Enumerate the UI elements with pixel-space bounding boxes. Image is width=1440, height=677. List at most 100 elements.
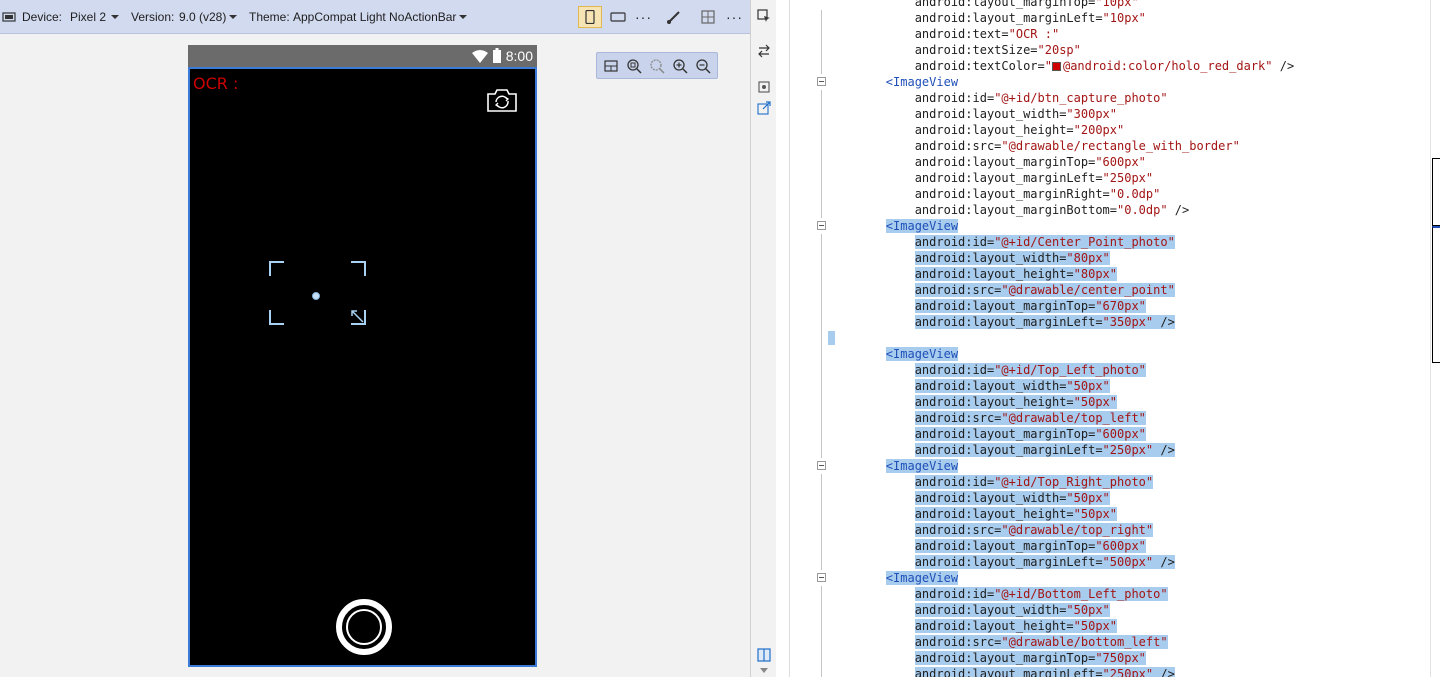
code-token: "80px" — [1066, 251, 1110, 265]
layout-icon[interactable] — [699, 8, 717, 26]
camera-switch-icon[interactable] — [486, 87, 518, 113]
top-right-corner-icon[interactable] — [350, 261, 366, 277]
code-line[interactable]: android:layout_marginTop="670px" — [790, 298, 1430, 314]
zoom-actual-icon[interactable] — [648, 57, 666, 75]
code-line[interactable]: android:layout_marginRight="0.0dp" — [790, 186, 1430, 202]
bottom-left-corner-icon[interactable] — [269, 309, 285, 325]
zoom-fit-icon[interactable] — [625, 57, 643, 75]
code-line[interactable]: android:layout_width="50px" — [790, 378, 1430, 394]
code-token: "@drawable/center_point" — [1001, 283, 1175, 297]
bottom-right-resize-icon[interactable] — [350, 309, 366, 325]
code-line[interactable]: android:layout_width="80px" — [790, 250, 1430, 266]
code-content: android:src="@drawable/top_left" — [914, 411, 1146, 425]
fold-guide — [821, 122, 822, 138]
code-text: android:layout_height="200px" — [828, 122, 1125, 138]
code-line[interactable]: android:layout_marginLeft="250px" /> — [790, 442, 1430, 458]
code-text: android:id="@+id/btn_capture_photo" — [828, 90, 1168, 106]
code-line[interactable]: android:layout_marginLeft="500px" /> — [790, 554, 1430, 570]
code-line[interactable]: android:layout_width="50px" — [790, 490, 1430, 506]
fold-toggle-icon[interactable] — [817, 77, 826, 86]
more-icon[interactable]: ··· — [726, 0, 743, 34]
code-token: android:src= — [914, 411, 1002, 425]
code-line[interactable]: android:textColor=" @android:color/holo_r… — [790, 58, 1430, 74]
code-token: android:text= — [914, 27, 1009, 41]
code-line[interactable]: android:layout_width="50px" — [790, 602, 1430, 618]
code-line[interactable]: android:layout_marginBottom="0.0dp" /> — [790, 202, 1430, 218]
code-line[interactable]: android:layout_marginTop="600px" — [790, 538, 1430, 554]
chevron-down-icon[interactable] — [111, 15, 119, 19]
zoom-in-icon[interactable] — [671, 57, 689, 75]
code-line[interactable]: android:layout_marginLeft="350px" /> — [790, 314, 1430, 330]
fold-toggle-icon[interactable] — [817, 461, 826, 470]
zoom-out-icon[interactable] — [694, 57, 712, 75]
color-swatch-icon[interactable] — [1051, 62, 1061, 71]
code-line[interactable]: android:id="@+id/Top_Right_photo" — [790, 474, 1430, 490]
code-line[interactable]: android:layout_marginTop="600px" — [790, 154, 1430, 170]
code-content: android:textSize="20sp" — [915, 43, 1081, 57]
code-line[interactable]: android:layout_marginLeft="250px" — [790, 170, 1430, 186]
center-point-icon[interactable] — [312, 292, 320, 300]
landscape-orientation-icon[interactable] — [609, 8, 627, 26]
code-line[interactable]: android:src="@drawable/bottom_left" — [790, 634, 1430, 650]
code-line[interactable]: <ImageView — [790, 218, 1430, 234]
version-dropdown[interactable]: 9.0 (v28) — [179, 0, 226, 34]
code-line[interactable]: android:layout_height="50px" — [790, 506, 1430, 522]
code-line[interactable]: android:layout_height="200px" — [790, 122, 1430, 138]
design-surface-icon[interactable] — [2, 10, 16, 24]
code-line[interactable]: android:id="@+id/Center_Point_photo" — [790, 234, 1430, 250]
fold-toggle-icon[interactable] — [817, 221, 826, 230]
code-line[interactable]: android:layout_marginTop="10px" — [790, 0, 1430, 10]
code-line[interactable]: <ImageView — [790, 74, 1430, 90]
fold-toggle-icon[interactable] — [817, 573, 826, 582]
split-view-icon[interactable] — [757, 648, 771, 662]
device-dropdown[interactable]: Pixel 2 — [70, 0, 106, 34]
code-line[interactable]: <ImageView — [790, 458, 1430, 474]
code-line[interactable]: android:id="@+id/Bottom_Left_photo" — [790, 586, 1430, 602]
code-line[interactable]: android:layout_marginTop="600px" — [790, 426, 1430, 442]
code-line[interactable]: android:layout_height="50px" — [790, 618, 1430, 634]
code-line[interactable]: android:layout_marginLeft="10px" — [790, 10, 1430, 26]
splitter[interactable] — [776, 0, 790, 677]
code-content: android:layout_marginLeft="250px" — [915, 171, 1153, 185]
code-line[interactable]: android:id="@+id/btn_capture_photo" — [790, 90, 1430, 106]
code-line[interactable]: android:src="@drawable/center_point" — [790, 282, 1430, 298]
code-line[interactable]: android:src="@drawable/top_right" — [790, 522, 1430, 538]
brush-icon[interactable] — [665, 8, 683, 26]
code-token: android:layout_marginLeft= — [914, 11, 1103, 25]
top-left-corner-icon[interactable] — [269, 261, 285, 277]
xml-code-editor[interactable]: android:layout_marginTop="10px" android:… — [790, 0, 1430, 677]
theme-dropdown[interactable]: AppCompat Light NoActionBar — [293, 0, 456, 34]
code-token: "50px" — [1073, 507, 1118, 521]
chevron-down-icon[interactable] — [459, 15, 467, 19]
code-line[interactable]: android:layout_height="80px" — [790, 266, 1430, 282]
phone-screen-preview[interactable]: OCR : — [188, 67, 537, 667]
code-line[interactable]: android:layout_width="300px" — [790, 106, 1430, 122]
code-line[interactable]: android:layout_marginLeft="250px" /> — [790, 666, 1430, 677]
chevron-down-icon[interactable] — [229, 15, 237, 19]
swap-icon[interactable] — [757, 44, 771, 58]
ocr-label[interactable]: OCR : — [193, 74, 238, 93]
code-text: android:layout_marginTop="600px" — [828, 154, 1146, 170]
code-line[interactable]: android:src="@drawable/rectangle_with_bo… — [790, 138, 1430, 154]
code-line[interactable] — [790, 330, 1430, 346]
code-line[interactable]: android:text="OCR :" — [790, 26, 1430, 42]
code-line[interactable]: <ImageView — [790, 346, 1430, 362]
preview-icon[interactable] — [757, 80, 771, 94]
code-line[interactable]: <ImageView — [790, 570, 1430, 586]
code-line[interactable]: android:textSize="20sp" — [790, 42, 1430, 58]
code-line[interactable]: android:layout_marginTop="750px" — [790, 650, 1430, 666]
code-line[interactable]: android:id="@+id/Top_Left_photo" — [790, 362, 1430, 378]
code-line[interactable]: android:src="@drawable/top_left" — [790, 410, 1430, 426]
capture-button[interactable] — [336, 599, 392, 655]
code-line[interactable]: android:layout_height="50px" — [790, 394, 1430, 410]
chevron-down-icon[interactable] — [757, 664, 771, 677]
more-icon[interactable]: ··· — [635, 0, 652, 34]
portrait-orientation-button[interactable] — [578, 6, 602, 28]
fold-guide — [821, 410, 822, 426]
code-token: android:layout_marginLeft= — [914, 555, 1103, 569]
select-icon[interactable] — [757, 9, 771, 23]
layout-bounds-icon[interactable] — [602, 57, 620, 75]
open-external-icon[interactable] — [757, 101, 771, 115]
